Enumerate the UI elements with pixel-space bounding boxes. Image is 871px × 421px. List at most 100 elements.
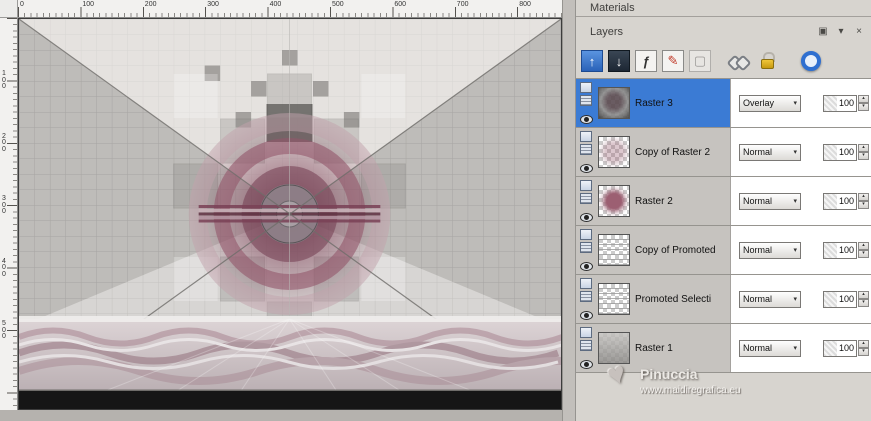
chevron-down-icon: ▾	[793, 247, 797, 254]
layer-thumbnail[interactable]	[598, 87, 630, 119]
artwork-image	[19, 19, 561, 409]
layer-row[interactable]: Promoted Selecti Normal ▾ 100 ▴ ▾	[576, 275, 871, 324]
layer-row-controls: Normal ▾ 100 ▴ ▾	[730, 275, 871, 323]
opacity-input[interactable]: 100	[823, 290, 857, 308]
spin-up-icon[interactable]: ▴	[858, 340, 869, 348]
layer-link-badge-icon[interactable]	[580, 242, 592, 253]
layer-icon-column	[576, 177, 596, 225]
opacity-control: 100 ▴ ▾	[823, 290, 869, 308]
visibility-eye-icon[interactable]	[579, 360, 593, 369]
opacity-value: 100	[838, 343, 854, 353]
layers-panel-header[interactable]: Layers ▣ ▾ ×	[576, 24, 871, 43]
layer-row-left[interactable]: Copy of Raster 2	[576, 128, 730, 176]
layer-link-badge-icon[interactable]	[580, 340, 592, 351]
layer-row[interactable]: Raster 2 Normal ▾ 100 ▴ ▾	[576, 177, 871, 226]
spin-down-icon[interactable]: ▾	[858, 250, 869, 258]
opacity-control: 100 ▴ ▾	[823, 143, 869, 161]
layer-type-icon[interactable]	[580, 278, 592, 289]
ruler-label: 100	[82, 1, 95, 8]
visibility-eye-icon[interactable]	[579, 213, 593, 222]
layer-thumbnail[interactable]	[598, 234, 630, 266]
spin-up-icon[interactable]: ▴	[858, 291, 869, 299]
layer-type-icon[interactable]	[580, 229, 592, 240]
opacity-input[interactable]: 100	[823, 143, 857, 161]
opacity-spinner: ▴ ▾	[858, 193, 869, 209]
layer-row-controls: Normal ▾ 100 ▴ ▾	[730, 177, 871, 225]
chevron-down-icon: ▾	[793, 198, 797, 205]
materials-panel-header[interactable]: Materials	[576, 0, 871, 17]
blend-mode-value: Normal	[743, 196, 773, 206]
layer-link-badge-icon[interactable]	[580, 291, 592, 302]
panel-menu-icon[interactable]: ▾	[835, 26, 847, 37]
opacity-input[interactable]: 100	[823, 192, 857, 210]
layers-toolbar: ↑ ↓ ƒ ✎ ▢	[581, 46, 867, 76]
dock-panel-icon[interactable]: ▣	[817, 26, 829, 37]
layer-row[interactable]: Copy of Promoted Normal ▾ 100 ▴ ▾	[576, 226, 871, 275]
layer-row[interactable]: Raster 3 Overlay ▾ 100 ▴ ▾	[576, 79, 871, 128]
lock-transparency-icon[interactable]	[757, 50, 779, 72]
blend-mode-select[interactable]: Normal ▾	[739, 241, 801, 259]
opacity-value: 100	[838, 245, 854, 255]
delete-layer-icon[interactable]: ↓	[608, 50, 630, 72]
layer-type-icon[interactable]	[580, 131, 592, 142]
opacity-input[interactable]: 100	[823, 241, 857, 259]
layer-name: Copy of Promoted	[635, 244, 716, 256]
layer-name: Copy of Raster 2	[635, 146, 711, 158]
opacity-input[interactable]: 100	[823, 94, 857, 112]
layer-styles-icon[interactable]: ƒ	[635, 50, 657, 72]
mask-layer-icon[interactable]: ▢	[689, 50, 711, 72]
ruler-label: 200	[2, 132, 6, 153]
close-panel-icon[interactable]: ×	[853, 26, 865, 37]
blend-mode-select[interactable]: Normal ▾	[739, 290, 801, 308]
visibility-eye-icon[interactable]	[579, 164, 593, 173]
visibility-eye-icon[interactable]	[579, 311, 593, 320]
layer-icon-column	[576, 226, 596, 274]
panel-splitter[interactable]	[562, 0, 576, 421]
layer-row-left[interactable]: Raster 3	[576, 79, 730, 127]
opacity-value: 100	[838, 196, 854, 206]
layer-type-icon[interactable]	[580, 180, 592, 191]
layer-link-badge-icon[interactable]	[580, 144, 592, 155]
horizontal-ruler[interactable]: 0 100 200 300 400 500 600 700 800	[18, 0, 562, 18]
layer-thumbnail[interactable]	[598, 185, 630, 217]
opacity-input[interactable]: 100	[823, 339, 857, 357]
layer-link-badge-icon[interactable]	[580, 193, 592, 204]
spin-down-icon[interactable]: ▾	[858, 201, 869, 209]
ruler-label: 500	[2, 320, 6, 340]
blend-mode-select[interactable]: Overlay ▾	[739, 94, 801, 112]
layer-link-badge-icon[interactable]	[580, 95, 592, 106]
edit-layer-icon[interactable]: ✎	[662, 50, 684, 72]
chevron-down-icon: ▾	[793, 149, 797, 156]
spin-up-icon[interactable]: ▴	[858, 193, 869, 201]
layer-row-left[interactable]: Raster 2	[576, 177, 730, 225]
layer-icon-column	[576, 275, 596, 323]
spin-down-icon[interactable]: ▾	[858, 348, 869, 356]
layer-thumbnail[interactable]	[598, 136, 630, 168]
materials-title: Materials	[590, 2, 635, 14]
ruler-label: 800	[519, 1, 531, 8]
blend-mode-select[interactable]: Normal ▾	[739, 192, 801, 210]
new-raster-layer-icon[interactable]: ↑	[581, 50, 603, 72]
link-layers-icon[interactable]	[726, 50, 752, 72]
layer-type-icon[interactable]	[580, 82, 592, 93]
visibility-eye-icon[interactable]	[579, 115, 593, 124]
spin-down-icon[interactable]: ▾	[858, 152, 869, 160]
blend-mode-ring-icon[interactable]	[800, 50, 822, 72]
image-canvas[interactable]	[18, 18, 562, 410]
layer-type-icon[interactable]	[580, 327, 592, 338]
spin-up-icon[interactable]: ▴	[858, 242, 869, 250]
spin-up-icon[interactable]: ▴	[858, 95, 869, 103]
spin-down-icon[interactable]: ▾	[858, 103, 869, 111]
opacity-control: 100 ▴ ▾	[823, 339, 869, 357]
layer-row-left[interactable]: Promoted Selecti	[576, 275, 730, 323]
layer-thumbnail[interactable]	[598, 283, 630, 315]
vertical-ruler[interactable]: 100 200 300 400 500	[0, 18, 18, 410]
blend-mode-select[interactable]: Normal ▾	[739, 143, 801, 161]
layer-row-left[interactable]: Copy of Promoted	[576, 226, 730, 274]
blend-mode-select[interactable]: Normal ▾	[739, 339, 801, 357]
ruler-label: 400	[269, 1, 282, 8]
spin-up-icon[interactable]: ▴	[858, 144, 869, 152]
visibility-eye-icon[interactable]	[579, 262, 593, 271]
layer-row[interactable]: Copy of Raster 2 Normal ▾ 100 ▴ ▾	[576, 128, 871, 177]
spin-down-icon[interactable]: ▾	[858, 299, 869, 307]
